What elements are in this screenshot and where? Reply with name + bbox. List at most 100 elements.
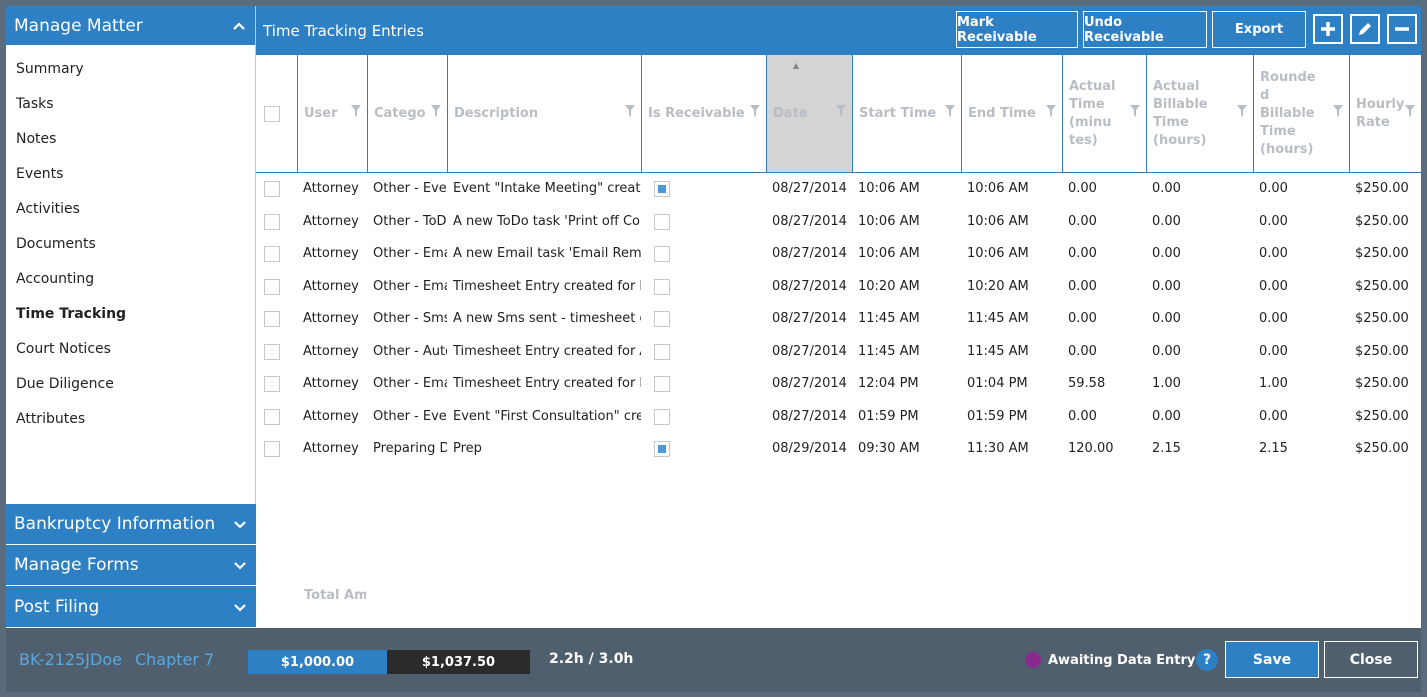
export-button[interactable]: Export	[1212, 11, 1306, 48]
filter-icon[interactable]	[431, 105, 441, 117]
cell-end: 10:06 AM	[967, 181, 1029, 196]
receivable-checkbox[interactable]	[654, 246, 670, 262]
table-row[interactable]: Attorney Other - Email Timesheet Entry cre…	[256, 271, 1421, 303]
receivable-checkbox[interactable]	[654, 311, 670, 327]
section-post-filing[interactable]: Post Filing	[6, 586, 256, 628]
row-checkbox[interactable]	[264, 213, 280, 230]
cell-actual-min: 0.00	[1068, 343, 1097, 359]
cell-start: 10:06 AM	[858, 213, 920, 229]
filter-icon[interactable]	[836, 105, 846, 117]
save-button[interactable]: Save	[1225, 641, 1319, 678]
cell-date: 08/27/2014	[772, 278, 847, 294]
table-row[interactable]: Attorney Other - ToDo A new ToDo task 'Pri…	[256, 206, 1421, 238]
table-row[interactable]: Attorney Other - Event Event "First Consul…	[256, 401, 1421, 433]
close-button[interactable]: Close	[1324, 641, 1418, 678]
cell-actual-min: 0.00	[1068, 311, 1097, 326]
case-id[interactable]: BK-2125JDoe	[19, 650, 122, 669]
filter-icon[interactable]	[1130, 105, 1140, 117]
column-header-end-time[interactable]: End Time	[961, 55, 1062, 172]
sidebar-item-due-diligence[interactable]: Due Diligence	[6, 367, 255, 402]
row-checkbox[interactable]	[264, 181, 280, 197]
column-label: Is Receivable	[648, 105, 745, 121]
cell-user: Attorney	[303, 376, 359, 391]
column-label: Actual Time (minu tes)	[1069, 78, 1116, 148]
filter-icon[interactable]	[351, 105, 361, 117]
column-header-rounde-d-billable-time-hours[interactable]: Rounde d Billable Time (hours)	[1253, 55, 1349, 172]
column-header-actual-time-minu-tes[interactable]: Actual Time (minu tes)	[1062, 55, 1146, 172]
cell-billable: 0.00	[1152, 343, 1181, 359]
receivable-checkbox[interactable]	[654, 441, 670, 457]
receivable-cell	[641, 336, 766, 368]
cell-description: A new Email task 'Email Remin	[453, 246, 641, 261]
add-icon[interactable]	[1313, 14, 1343, 44]
cell-rounded: 0.00	[1259, 213, 1288, 229]
cell-billable: 0.00	[1152, 311, 1181, 326]
filter-icon[interactable]	[1333, 105, 1343, 117]
column-header-date[interactable]: Date ▲	[766, 55, 852, 172]
table-row[interactable]: Attorney Other - Event Event "Intake Meeti…	[256, 173, 1421, 205]
column-header-actual-billable-time-hours[interactable]: Actual Billable Time (hours)	[1146, 55, 1253, 172]
edit-icon[interactable]	[1350, 14, 1380, 44]
cell-rate: $250.00	[1355, 343, 1409, 359]
sidebar-item-events[interactable]: Events	[6, 157, 255, 192]
cell-rounded: 0.00	[1259, 343, 1288, 359]
row-checkbox[interactable]	[264, 441, 280, 457]
cell-end: 11:45 AM	[967, 311, 1029, 326]
column-header-hourly-rate[interactable]: Hourly Rate	[1349, 55, 1421, 172]
sidebar-item-accounting[interactable]: Accounting	[6, 262, 255, 297]
cell-actual-min: 0.00	[1068, 408, 1097, 424]
cell-user: Attorney	[303, 311, 359, 326]
filter-icon[interactable]	[750, 105, 760, 117]
row-checkbox[interactable]	[264, 278, 280, 295]
table-row[interactable]: Attorney Other - Auto Timesheet Entry crea…	[256, 336, 1421, 368]
section-bankruptcy-information[interactable]: Bankruptcy Information	[6, 504, 256, 545]
filter-icon[interactable]	[625, 105, 635, 117]
status-text: Awaiting Data Entry	[1048, 653, 1196, 668]
row-checkbox[interactable]	[264, 376, 280, 392]
column-header-description[interactable]: Description	[447, 55, 641, 172]
sidebar-item-time-tracking[interactable]: Time Tracking	[6, 297, 255, 332]
mark-receivable-button[interactable]: Mark Receivable	[956, 11, 1078, 48]
row-checkbox[interactable]	[264, 343, 280, 360]
select-all-checkbox[interactable]	[264, 105, 280, 122]
scroll-right-icon[interactable]: ▸	[1402, 613, 1406, 615]
table-row[interactable]: Attorney Other - Email A new Email task 'E…	[256, 238, 1421, 270]
filter-icon[interactable]	[1046, 105, 1056, 117]
cell-description: A new Sms sent - timesheet en	[453, 311, 641, 326]
horizontal-scrollbar[interactable]: ◂ ▸	[260, 613, 1410, 615]
receivable-checkbox[interactable]	[654, 181, 670, 197]
sidebar-item-tasks[interactable]: Tasks	[6, 87, 255, 122]
sidebar-item-summary[interactable]: Summary	[6, 52, 255, 87]
row-checkbox[interactable]	[264, 408, 280, 425]
filter-icon[interactable]	[945, 105, 955, 117]
scroll-left-icon[interactable]: ◂	[260, 613, 264, 615]
undo-receivable-button[interactable]: Undo Receivable	[1083, 11, 1207, 48]
cell-end: 10:06 AM	[967, 213, 1029, 229]
filter-icon[interactable]	[1405, 105, 1415, 117]
table-row[interactable]: Attorney Preparing Documents Prep 08/29/201…	[256, 433, 1421, 465]
column-header-user[interactable]: User	[297, 55, 367, 172]
sidebar-item-notes[interactable]: Notes	[6, 122, 255, 157]
sidebar-item-activities[interactable]: Activities	[6, 192, 255, 227]
sidebar-item-documents[interactable]: Documents	[6, 227, 255, 262]
receivable-checkbox[interactable]	[654, 213, 670, 230]
column-header-is-receivable[interactable]: Is Receivable	[641, 55, 766, 172]
receivable-checkbox[interactable]	[654, 343, 670, 360]
help-icon[interactable]: ?	[1196, 649, 1218, 671]
column-header-start-time[interactable]: Start Time	[852, 55, 961, 172]
table-row[interactable]: Attorney Other - Email Timesheet Entry cre…	[256, 368, 1421, 400]
column-header-catego[interactable]: Catego	[367, 55, 447, 172]
row-checkbox[interactable]	[264, 311, 280, 327]
table-row[interactable]: Attorney Other - Sms A new Sms sent - time…	[256, 303, 1421, 335]
row-checkbox[interactable]	[264, 246, 280, 262]
receivable-checkbox[interactable]	[654, 278, 670, 295]
receivable-checkbox[interactable]	[654, 376, 670, 392]
section-manage-forms[interactable]: Manage Forms	[6, 545, 256, 586]
filter-icon[interactable]	[1237, 105, 1247, 117]
sidebar-item-court-notices[interactable]: Court Notices	[6, 332, 255, 367]
remove-icon[interactable]	[1387, 14, 1417, 44]
receivable-checkbox[interactable]	[654, 408, 670, 425]
cell-description: Timesheet Entry created for Em	[453, 278, 641, 294]
sidebar-item-attributes[interactable]: Attributes	[6, 402, 255, 437]
manage-matter-header[interactable]: Manage Matter	[6, 6, 255, 46]
